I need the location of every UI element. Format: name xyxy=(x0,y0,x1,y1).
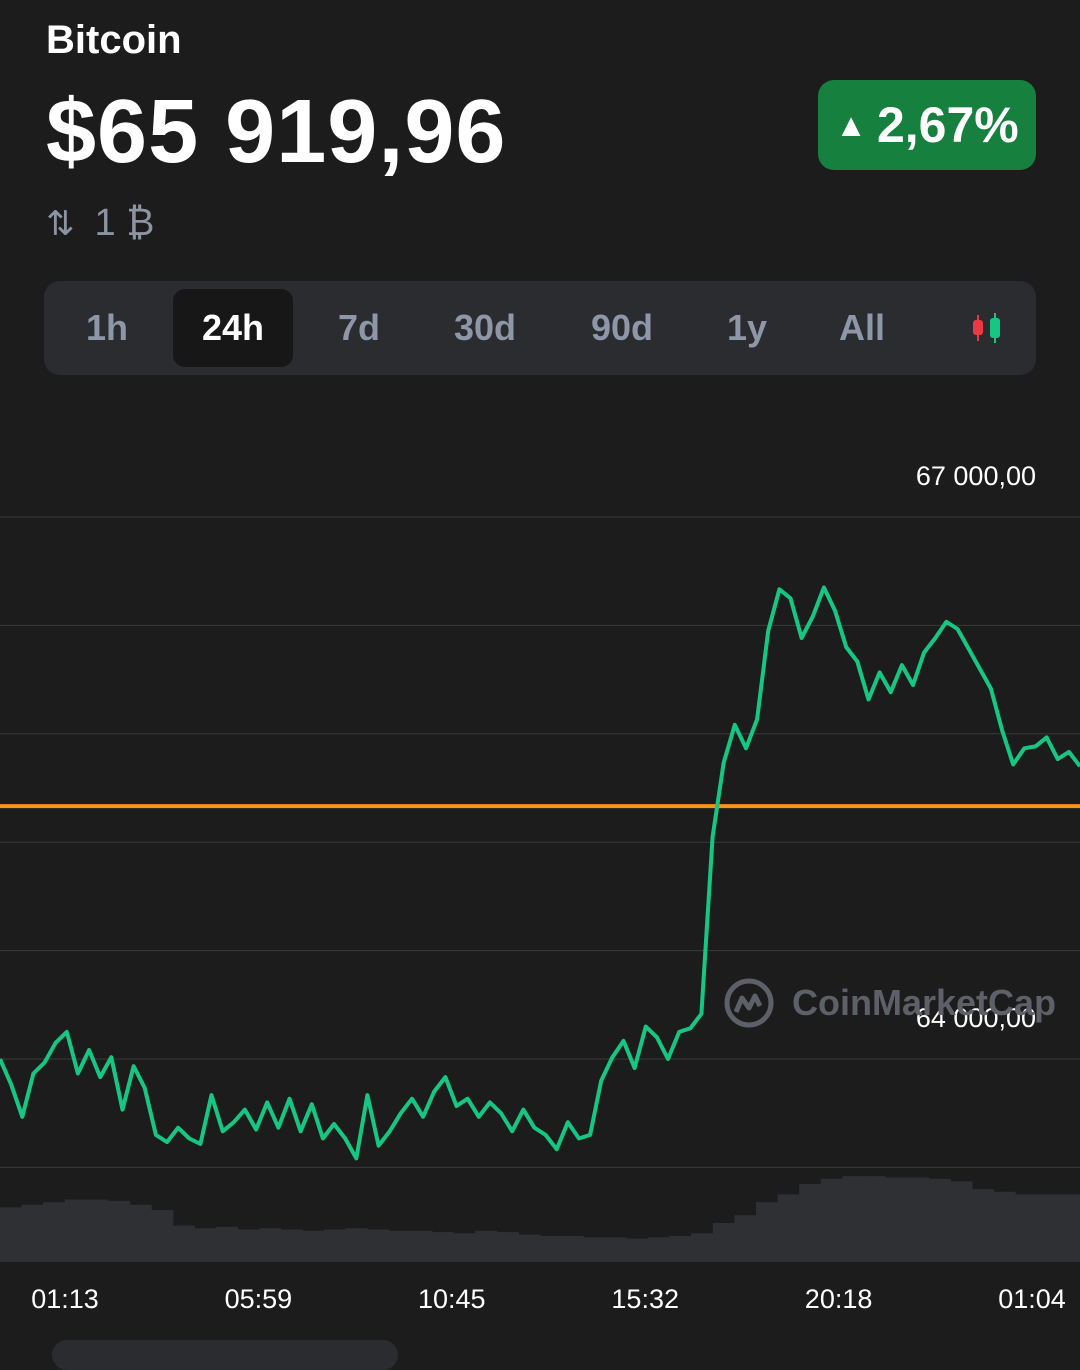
volume-bar xyxy=(216,1226,239,1262)
time-axis-label: 15:32 xyxy=(611,1284,679,1314)
volume-bar xyxy=(626,1238,649,1262)
volume-bar xyxy=(129,1204,152,1262)
price-axis-label: 67 000,00 xyxy=(916,461,1036,491)
price-chart[interactable]: 67 000,0064 000,00 01:13 05:59 10:45 15:32 2… xyxy=(0,440,1080,1330)
conversion-amount: 1 ₿ xyxy=(94,202,155,244)
volume-bar xyxy=(669,1236,692,1262)
time-axis-label: 01:13 xyxy=(31,1284,99,1314)
volume-bar xyxy=(496,1232,519,1262)
time-axis-label: 01:04 xyxy=(998,1284,1066,1314)
price-change-badge: ▲ 2,67% xyxy=(818,80,1036,170)
volume-bar xyxy=(604,1237,627,1262)
volume-bar xyxy=(64,1199,87,1262)
volume-bar xyxy=(453,1233,476,1262)
volume-bar xyxy=(86,1199,109,1262)
price-change-value: 2,67% xyxy=(876,97,1019,153)
volume-bar xyxy=(367,1229,390,1262)
coin-price: $65 919,96 xyxy=(46,82,507,182)
volume-bar xyxy=(108,1200,131,1262)
volume-bar xyxy=(475,1230,498,1262)
time-axis-label: 10:45 xyxy=(418,1284,486,1314)
tab-1h[interactable]: 1h xyxy=(86,289,128,367)
volume-bar xyxy=(1015,1194,1038,1262)
volume-bar xyxy=(928,1178,951,1262)
volume-bar xyxy=(21,1204,44,1262)
tab-24h[interactable]: 24h xyxy=(173,289,293,367)
volume-bar xyxy=(864,1176,887,1262)
tab-7d[interactable]: 7d xyxy=(338,289,380,367)
volume-bar xyxy=(842,1176,865,1262)
volume-bar xyxy=(540,1236,563,1262)
volume-bar xyxy=(799,1184,822,1262)
volume-bar xyxy=(172,1225,195,1262)
tab-30d[interactable]: 30d xyxy=(454,289,516,367)
price-axis-labels: 67 000,0064 000,00 xyxy=(916,461,1036,1033)
time-range-tabs: 1h 24h 7d 30d 90d 1y All xyxy=(44,281,1036,375)
price-series-line xyxy=(0,585,1080,1161)
volume-bar xyxy=(820,1178,843,1262)
volume-bars xyxy=(0,1176,1080,1262)
volume-bar xyxy=(151,1210,174,1262)
volume-bar xyxy=(907,1177,930,1262)
volume-bar xyxy=(280,1229,303,1262)
time-axis-labels: 01:13 05:59 10:45 15:32 20:18 01:04 xyxy=(31,1284,1066,1314)
chart-gridlines xyxy=(0,516,1080,1168)
volume-bar xyxy=(972,1189,995,1262)
volume-bar xyxy=(237,1229,260,1262)
time-axis-label: 05:59 xyxy=(225,1284,293,1314)
volume-bar xyxy=(1036,1194,1059,1262)
time-axis-label: 20:18 xyxy=(805,1284,873,1314)
volume-bar xyxy=(345,1228,368,1262)
volume-bar xyxy=(194,1228,217,1262)
volume-bar xyxy=(0,1207,23,1262)
watermark-text: CoinMarketCap xyxy=(792,982,1057,1023)
volume-bar xyxy=(324,1229,347,1262)
tab-all[interactable]: All xyxy=(839,289,885,367)
swap-arrows-icon[interactable]: ⇅ xyxy=(46,204,74,244)
volume-bar xyxy=(712,1223,735,1262)
range-scrubber[interactable] xyxy=(52,1340,398,1370)
volume-bar xyxy=(518,1234,541,1262)
tab-90d[interactable]: 90d xyxy=(591,289,653,367)
volume-bar xyxy=(43,1202,66,1262)
volume-bar xyxy=(388,1230,411,1262)
volume-bar xyxy=(432,1232,455,1262)
coin-name: Bitcoin xyxy=(46,18,182,62)
volume-bar xyxy=(950,1181,973,1262)
volume-bar xyxy=(885,1177,908,1262)
volume-bar xyxy=(259,1228,282,1262)
volume-bar xyxy=(1058,1194,1080,1262)
volume-bar xyxy=(302,1230,325,1262)
candlestick-icon[interactable] xyxy=(970,311,1004,345)
volume-bar xyxy=(734,1215,757,1262)
coin-header: Bitcoin $65 919,96 ⇅ 1 ₿ xyxy=(46,14,506,245)
volume-bar xyxy=(583,1237,606,1262)
volume-bar xyxy=(777,1194,800,1262)
volume-bar xyxy=(410,1230,433,1262)
volume-bar xyxy=(691,1233,714,1262)
currency-converter[interactable]: ⇅ 1 ₿ xyxy=(46,202,506,245)
coinmarketcap-watermark: CoinMarketCap xyxy=(722,976,1056,1030)
volume-bar xyxy=(648,1237,671,1262)
volume-bar xyxy=(756,1202,779,1262)
volume-bar xyxy=(561,1236,584,1262)
coinmarketcap-logo-icon xyxy=(724,978,774,1028)
tab-1y[interactable]: 1y xyxy=(727,289,767,367)
volume-bar xyxy=(993,1191,1016,1262)
triangle-up-icon: ▲ xyxy=(835,106,867,143)
